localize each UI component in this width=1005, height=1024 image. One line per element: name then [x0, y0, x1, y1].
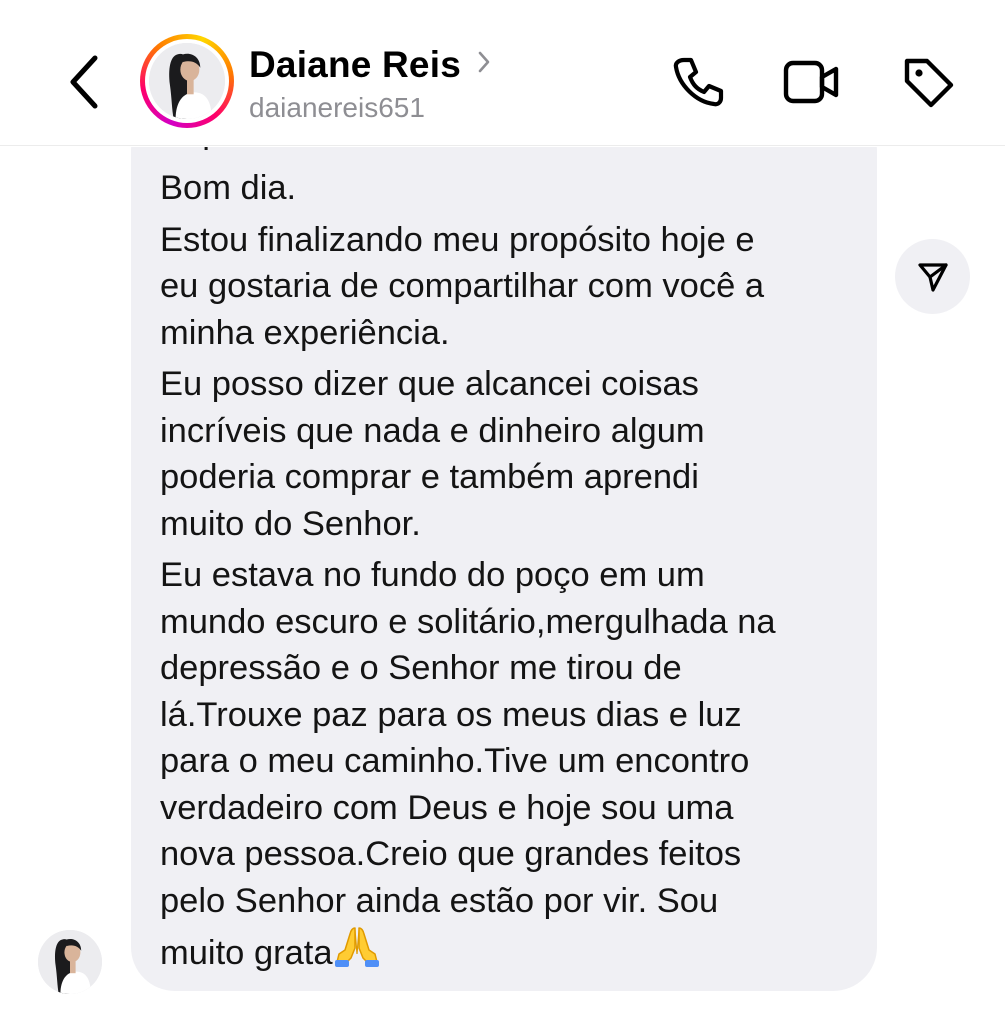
message-list[interactable]: Sup… Bom dia. Estou finalizando meu prop… — [0, 147, 1005, 1024]
contact-name: Daiane Reis — [249, 44, 461, 85]
video-camera-icon — [783, 60, 839, 104]
send-paper-plane-icon — [917, 262, 948, 292]
message-paragraph: Bom dia. — [160, 169, 297, 207]
sender-avatar[interactable] — [38, 930, 102, 994]
message-paragraph: Eu estava no fundo do poço em um mundo e… — [160, 556, 776, 972]
message-paragraph-last: Eu estava no fundo do poço em um mundo e… — [160, 552, 860, 981]
share-message-button[interactable] — [895, 239, 970, 314]
chevron-right-icon — [477, 50, 491, 74]
clipped-message-line: Sup… — [160, 147, 256, 156]
message-paragraph: Estou finalizando meu propósito hoje e e… — [160, 220, 765, 352]
video-call-button[interactable] — [780, 50, 844, 114]
contact-avatar[interactable] — [140, 34, 234, 128]
thread-header: Daiane Reis daianereis651 — [0, 0, 1005, 146]
tag-icon — [904, 58, 954, 108]
message-text: Bom dia. Estou finalizando meu propósito… — [160, 165, 860, 986]
back-button[interactable] — [58, 50, 110, 114]
audio-call-button[interactable] — [666, 50, 730, 114]
avatar-photo — [149, 43, 225, 119]
folded-hands-emoji — [333, 924, 381, 981]
message-paragraph: Eu posso dizer que alcancei coisas incrí… — [160, 365, 705, 543]
label-tag-button[interactable] — [896, 50, 960, 114]
contact-username: daianereis651 — [249, 92, 425, 123]
chevron-left-icon — [70, 55, 98, 109]
contact-info[interactable]: Daiane Reis daianereis651 — [249, 42, 491, 126]
dm-thread-screen: Daiane Reis daianereis651 Bom dia. Estou… — [0, 0, 1005, 1024]
phone-icon — [673, 57, 724, 107]
